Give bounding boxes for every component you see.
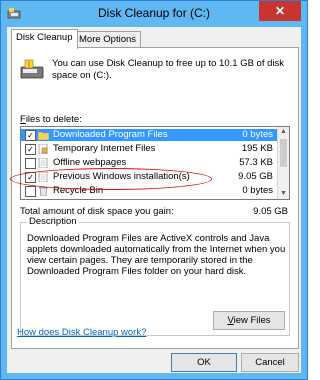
page-icon <box>38 158 48 168</box>
description-group: Description Downloaded Program Files are… <box>20 216 290 336</box>
scroll-down-arrow-icon[interactable]: ▼ <box>278 189 289 199</box>
item-checkbox[interactable]: ✓ <box>25 130 36 141</box>
title-bar[interactable]: Disk Cleanup for (C:) ✕ <box>1 1 307 25</box>
item-size: 57.3 KB <box>239 157 273 168</box>
close-button[interactable]: ✕ <box>259 1 301 21</box>
list-item[interactable]: Offline webpages 57.3 KB <box>21 157 277 169</box>
item-name: Downloaded Program Files <box>53 129 168 140</box>
close-icon: ✕ <box>274 4 286 18</box>
item-name: Temporary Internet Files <box>53 143 156 154</box>
lock-page-icon <box>38 144 48 154</box>
view-files-button[interactable]: View Files <box>213 311 285 330</box>
dialog-client-area: Disk Cleanup More Options You can use Di… <box>7 27 301 373</box>
tab-disk-cleanup[interactable]: Disk Cleanup <box>11 29 78 49</box>
cancel-button[interactable]: Cancel <box>241 353 299 372</box>
scroll-thumb[interactable] <box>280 139 287 167</box>
folder-icon <box>38 131 49 140</box>
files-label-text: iles to delete: <box>25 114 82 125</box>
files-to-delete-label: Files to delete: <box>20 114 82 125</box>
disk-cleanup-window: Disk Cleanup for (C:) ✕ Disk Cleanup Mor… <box>0 0 308 380</box>
item-size: 9.05 GB <box>238 171 273 182</box>
item-size: 0 bytes <box>242 129 273 140</box>
total-space-value: 9.05 GB <box>253 206 288 217</box>
list-scrollbar[interactable]: ▲ ▼ <box>277 127 289 199</box>
tab-more-options[interactable]: More Options <box>74 31 142 48</box>
item-checkbox[interactable]: ✓ <box>25 144 36 155</box>
intro-text: You can use Disk Cleanup to free up to 1… <box>52 58 285 81</box>
item-checkbox[interactable] <box>25 186 36 197</box>
list-item[interactable]: ✓ Downloaded Program Files 0 bytes <box>21 129 277 141</box>
help-link[interactable]: How does Disk Cleanup work? <box>17 327 146 338</box>
list-item[interactable]: ✓ Temporary Internet Files 195 KB <box>21 143 277 155</box>
scroll-up-arrow-icon[interactable]: ▲ <box>278 127 289 137</box>
item-size: 195 KB <box>241 143 273 154</box>
disk-cleanup-panel: You can use Disk Cleanup to free up to 1… <box>10 47 299 349</box>
ok-button[interactable]: OK <box>171 353 237 372</box>
highlight-oval <box>10 168 212 190</box>
description-title: Description <box>27 216 79 227</box>
description-text: Downloaded Program Files are ActiveX con… <box>27 233 286 277</box>
item-size: 0 bytes <box>242 185 273 196</box>
disk-cleanup-icon <box>20 59 44 79</box>
view-files-label: iew Files <box>233 315 271 326</box>
item-checkbox[interactable] <box>25 158 36 169</box>
